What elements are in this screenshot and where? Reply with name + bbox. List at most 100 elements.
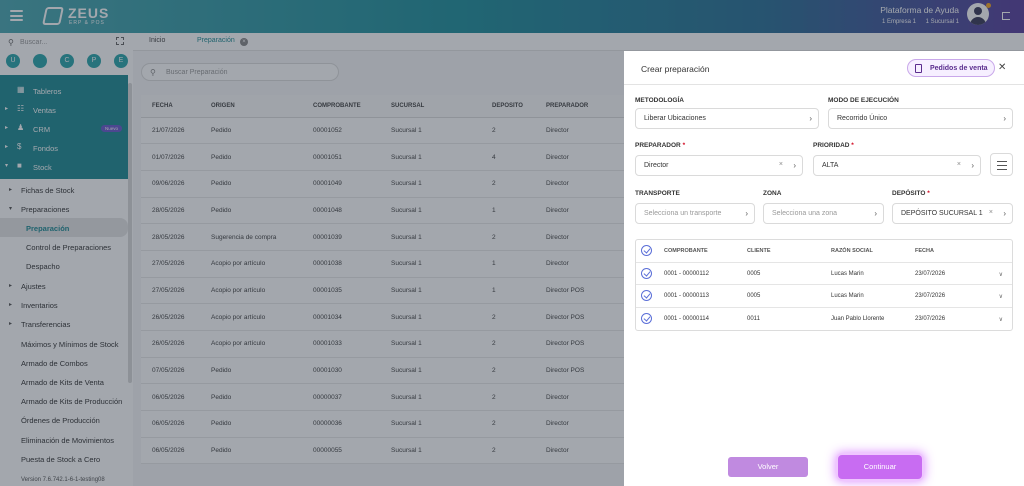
table-row[interactable]: 27/05/2026 Acopio por artículo 00001035 Suc… bbox=[141, 277, 624, 305]
expand-chevron-icon[interactable]: ∨ bbox=[999, 316, 1003, 323]
transporte-select[interactable]: Selecciona un transporte › bbox=[635, 203, 755, 224]
preparation-search-input[interactable]: ⚲ Buscar Preparación bbox=[141, 63, 339, 81]
deposito-select[interactable]: DEPÓSITO SUCURSAL 1 × › bbox=[892, 203, 1013, 224]
row-checkbox[interactable] bbox=[641, 267, 652, 279]
branch-label: 1 Sucursal 1 bbox=[925, 19, 959, 25]
nav-crm[interactable]: ▸ ♟ CRM Nuevo bbox=[0, 119, 128, 138]
nav-stock[interactable]: ▾ ■ Stock bbox=[0, 157, 128, 176]
column-header[interactable]: ORIGEN bbox=[200, 95, 302, 118]
nav-tableros[interactable]: ▦ Tableros bbox=[0, 81, 128, 100]
table-cell: Pedido bbox=[200, 197, 302, 225]
sidebar-item-preparacion[interactable]: Preparación bbox=[0, 218, 128, 237]
continue-button[interactable]: Continuar bbox=[838, 455, 922, 479]
sidebar-item-despacho[interactable]: Despacho bbox=[0, 256, 128, 275]
sidebar-search[interactable]: ⚲ Buscar... bbox=[0, 33, 133, 52]
table-row[interactable]: 09/06/2026 Pedido 00001049 Sucursal 1 2 Direc… bbox=[141, 170, 624, 198]
table-cell: Sucursal 1 bbox=[380, 170, 481, 198]
document-row[interactable]: 0001 - 00000114 0011 Juan Pablo Llorente 23… bbox=[636, 308, 1012, 331]
table-cell: 00000055 bbox=[302, 437, 380, 465]
sidebar-item-kits-venta[interactable]: Armado de Kits de Venta bbox=[0, 372, 128, 391]
sidebar-item-preparaciones[interactable]: ▾ Preparaciones bbox=[0, 199, 128, 218]
quick-access-c[interactable]: C bbox=[60, 54, 74, 68]
clear-icon[interactable]: × bbox=[957, 161, 961, 168]
clear-icon[interactable]: × bbox=[989, 209, 993, 216]
sidebar-item-puesta-stock-cero[interactable]: Puesta de Stock a Cero bbox=[0, 449, 128, 468]
metodologia-select[interactable]: Liberar Ubicaciones › bbox=[635, 108, 819, 129]
tab-inicio[interactable]: Inicio bbox=[149, 37, 165, 44]
clear-icon[interactable]: × bbox=[779, 161, 783, 168]
table-row[interactable]: 27/05/2026 Acopio por artículo 00001038 Suc… bbox=[141, 250, 624, 278]
document-icon bbox=[915, 64, 922, 73]
quick-access-e[interactable]: E bbox=[114, 54, 128, 68]
sidebar-item-transferencias[interactable]: ▸ Transferencias bbox=[0, 314, 128, 333]
select-all-checkbox[interactable] bbox=[641, 245, 652, 256]
sidebar-item-control-de-preparaciones[interactable]: Control de Preparaciones bbox=[0, 237, 128, 256]
table-row[interactable]: 26/05/2026 Acopio por artículo 00001033 Suc… bbox=[141, 330, 624, 358]
nav-ventas[interactable]: ▸ ☷ Ventas bbox=[0, 100, 128, 119]
tab-preparacion[interactable]: Preparación bbox=[197, 37, 235, 44]
table-row[interactable]: 28/05/2026 Pedido 00001048 Sucursal 1 1 Direc… bbox=[141, 197, 624, 225]
row-checkbox[interactable] bbox=[641, 290, 652, 301]
expand-chevron-icon[interactable]: ∨ bbox=[999, 271, 1003, 278]
chevron-right-icon: ▸ bbox=[9, 187, 13, 193]
table-header-row: FECHA ORIGEN COMPROBANTE SUCURSAL DEPOSI… bbox=[141, 95, 624, 118]
table-cell: 00000036 bbox=[302, 410, 380, 438]
search-icon: ⚲ bbox=[150, 68, 156, 77]
sidebar-item-inventarios[interactable]: ▸ Inventarios bbox=[0, 295, 128, 314]
table-row[interactable]: 26/05/2026 Acopio por artículo 00001034 Suc… bbox=[141, 303, 624, 331]
chevron-right-icon: ▸ bbox=[5, 144, 9, 150]
sidebar-item-armado-combos[interactable]: Armado de Combos bbox=[0, 353, 128, 372]
transporte-label: TRANSPORTE bbox=[635, 190, 680, 197]
close-tab-icon[interactable]: × bbox=[240, 38, 248, 46]
quick-access-p[interactable]: P bbox=[87, 54, 101, 68]
table-cell: Pedido bbox=[200, 383, 302, 412]
table-cell: Director POS bbox=[535, 277, 624, 305]
close-icon[interactable]: ✕ bbox=[998, 62, 1006, 73]
sidebar-scrollbar[interactable] bbox=[128, 83, 132, 383]
sales-orders-button[interactable]: Pedidos de venta bbox=[907, 59, 995, 77]
sidebar-item-eliminacion-movimientos[interactable]: Eliminación de Movimientos bbox=[0, 430, 128, 449]
column-header[interactable]: FECHA bbox=[141, 95, 200, 118]
document-row[interactable]: 0001 - 00000112 0005 Lucas Marin 23/07/2026… bbox=[636, 263, 1012, 285]
menu-icon[interactable] bbox=[10, 10, 23, 21]
sidebar-item-kits-produccion[interactable]: Armado de Kits de Producción bbox=[0, 391, 128, 410]
column-header[interactable]: COMPROBANTE bbox=[302, 95, 380, 118]
sidebar-item-maximos-minimos[interactable]: Máximos y Mínimos de Stock bbox=[0, 334, 128, 353]
logout-icon[interactable] bbox=[1002, 12, 1010, 20]
table-cell: 2 bbox=[481, 437, 535, 465]
quick-access-u[interactable]: U bbox=[6, 54, 20, 68]
nav-fondos[interactable]: ▸ $ Fondos bbox=[0, 138, 128, 157]
company-branch[interactable]: 1 Empresa 1 1 Sucursal 1 bbox=[874, 19, 959, 25]
sidebar-item-fichas-de-stock[interactable]: ▸ Fichas de Stock bbox=[0, 180, 128, 199]
row-checkbox[interactable] bbox=[641, 312, 652, 324]
modo-ejecucion-select[interactable]: Recorrido Único › bbox=[828, 108, 1013, 129]
quick-access-blank[interactable] bbox=[33, 54, 47, 68]
table-row[interactable]: 06/05/2026 Pedido 00000036 Sucursal 1 2 Direc… bbox=[141, 410, 624, 438]
filter-settings-button[interactable] bbox=[990, 153, 1013, 176]
zeus-logo-icon bbox=[42, 7, 64, 25]
table-cell: 1 bbox=[481, 277, 535, 305]
table-row[interactable]: 07/05/2026 Pedido 00001030 Sucursal 1 2 Direc… bbox=[141, 357, 624, 385]
sidebar-item-ordenes-produccion[interactable]: Órdenes de Producción bbox=[0, 410, 128, 429]
column-header[interactable]: DEPOSITO bbox=[481, 95, 535, 118]
table-row[interactable]: 21/07/2026 Pedido 00001052 Sucursal 1 2 Direc… bbox=[141, 117, 624, 145]
table-row[interactable]: 28/05/2026 Sugerencia de compra 00001039 Su… bbox=[141, 223, 624, 251]
expand-icon[interactable] bbox=[116, 37, 124, 45]
back-button[interactable]: Volver bbox=[728, 457, 808, 477]
column-header[interactable]: PREPARADOR bbox=[535, 95, 624, 118]
column-header[interactable]: SUCURSAL bbox=[380, 95, 481, 118]
prioridad-select[interactable]: ALTA × › bbox=[813, 155, 981, 176]
table-row[interactable]: 06/05/2026 Pedido 00000055 Sucursal 1 2 Direc… bbox=[141, 437, 624, 465]
expand-chevron-icon[interactable]: ∨ bbox=[999, 293, 1003, 300]
table-row[interactable]: 06/05/2026 Pedido 00000037 Sucursal 1 2 Direc… bbox=[141, 383, 624, 412]
help-platform-link[interactable]: Plataforma de Ayuda bbox=[880, 5, 959, 15]
table-cell: Pedido bbox=[200, 170, 302, 198]
sidebar-item-ajustes[interactable]: ▸ Ajustes bbox=[0, 276, 128, 295]
table-cell: Sucursal 1 bbox=[380, 223, 481, 251]
preparador-select[interactable]: Director × › bbox=[635, 155, 803, 176]
table-cell: 2 bbox=[481, 357, 535, 385]
table-row[interactable]: 01/07/2026 Pedido 00001051 Sucursal 1 4 Direc… bbox=[141, 143, 624, 171]
document-row[interactable]: 0001 - 00000113 0005 Lucas Marin 23/07/2026… bbox=[636, 285, 1012, 308]
chevron-right-icon: › bbox=[793, 161, 796, 170]
zona-select[interactable]: Selecciona una zona › bbox=[763, 203, 884, 224]
